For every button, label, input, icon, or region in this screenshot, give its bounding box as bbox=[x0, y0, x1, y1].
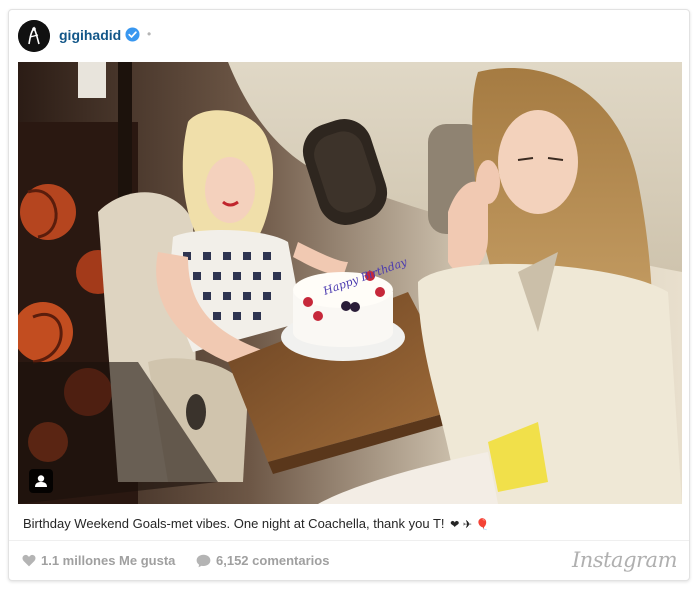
person-icon bbox=[35, 475, 47, 487]
heart-icon[interactable] bbox=[22, 554, 36, 567]
instagram-logo[interactable]: Instagram bbox=[572, 548, 677, 572]
instagram-post-card: gigihadid • Happy Birthday Birthday Week… bbox=[8, 9, 690, 581]
comment-bubble-icon[interactable] bbox=[196, 554, 211, 568]
comments-count[interactable]: 6,152 comentarios bbox=[216, 553, 329, 568]
post-photo[interactable]: Happy Birthday bbox=[18, 62, 682, 504]
post-caption: Birthday Weekend Goals-met vibes. One ni… bbox=[23, 516, 489, 531]
header-separator: • bbox=[147, 27, 152, 41]
post-footer: 1.1 millones Me gusta 6,152 comentarios … bbox=[9, 541, 689, 581]
caption-emoji: ❤ ✈ 🎈 bbox=[450, 518, 490, 531]
username-link[interactable]: gigihadid bbox=[59, 27, 121, 43]
likes-count[interactable]: 1.1 millones Me gusta bbox=[41, 553, 175, 568]
post-header: gigihadid • bbox=[9, 10, 689, 62]
user-tag-button[interactable] bbox=[29, 469, 53, 493]
verified-badge-icon bbox=[125, 27, 140, 42]
caption-text: Birthday Weekend Goals-met vibes. One ni… bbox=[23, 516, 445, 531]
profile-avatar[interactable] bbox=[18, 20, 50, 52]
